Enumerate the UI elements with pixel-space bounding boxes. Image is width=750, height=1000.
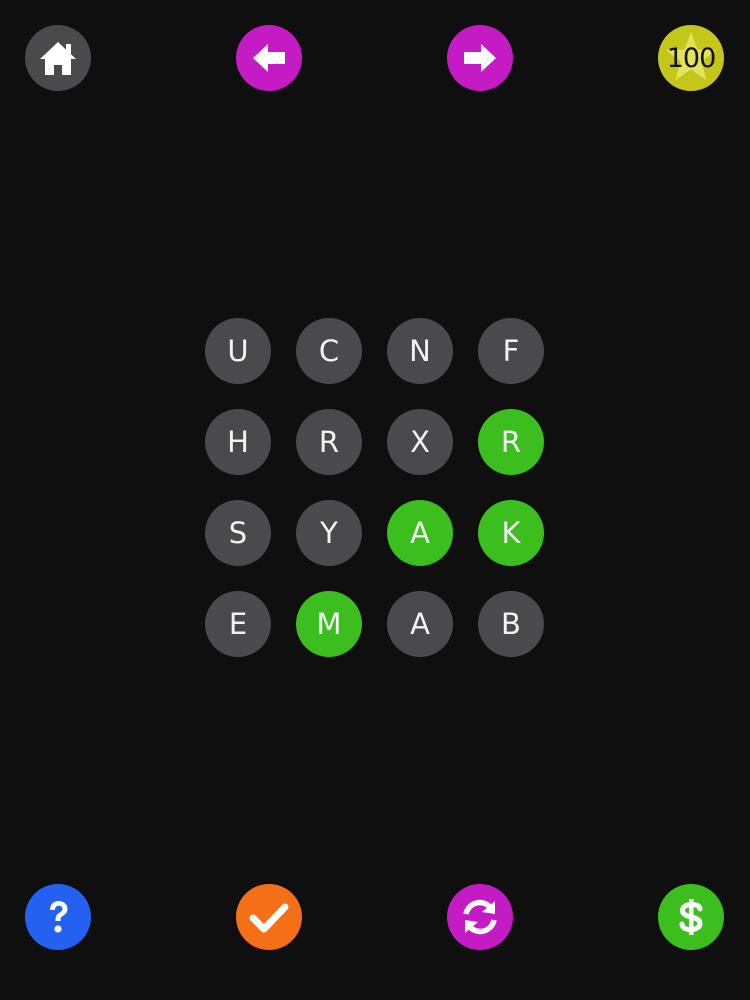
submit-button[interactable] [236, 884, 302, 950]
back-button[interactable] [236, 25, 302, 91]
letter-tile[interactable]: Y [296, 500, 362, 566]
letter-tile[interactable]: B [478, 591, 544, 657]
coin-count: 100 [666, 42, 717, 74]
letter-tile[interactable]: M [296, 591, 362, 657]
letter-tile[interactable]: H [205, 409, 271, 475]
letter-tile[interactable]: E [205, 591, 271, 657]
arrow-left-icon [253, 44, 285, 72]
home-icon [40, 42, 76, 75]
dollar-icon [679, 899, 703, 935]
arrow-right-icon [464, 44, 496, 72]
letter-tile[interactable]: C [296, 318, 362, 384]
check-icon [249, 903, 289, 933]
letter-tile[interactable]: A [387, 500, 453, 566]
letter-grid: UCNFHRXRSYAKEMAB [205, 318, 545, 658]
letter-tile[interactable]: R [478, 409, 544, 475]
letter-tile[interactable]: S [205, 500, 271, 566]
home-button[interactable] [25, 25, 91, 91]
help-button[interactable] [25, 884, 91, 950]
letter-tile[interactable]: R [296, 409, 362, 475]
shop-button[interactable] [658, 884, 724, 950]
forward-button[interactable] [447, 25, 513, 91]
letter-tile[interactable]: F [478, 318, 544, 384]
shuffle-button[interactable] [447, 884, 513, 950]
letter-tile[interactable]: U [205, 318, 271, 384]
letter-tile[interactable]: X [387, 409, 453, 475]
letter-tile[interactable]: N [387, 318, 453, 384]
refresh-icon [463, 899, 497, 935]
question-icon [50, 901, 68, 933]
letter-tile[interactable]: A [387, 591, 453, 657]
letter-tile[interactable]: K [478, 500, 544, 566]
coins-badge: 100 [658, 25, 724, 91]
